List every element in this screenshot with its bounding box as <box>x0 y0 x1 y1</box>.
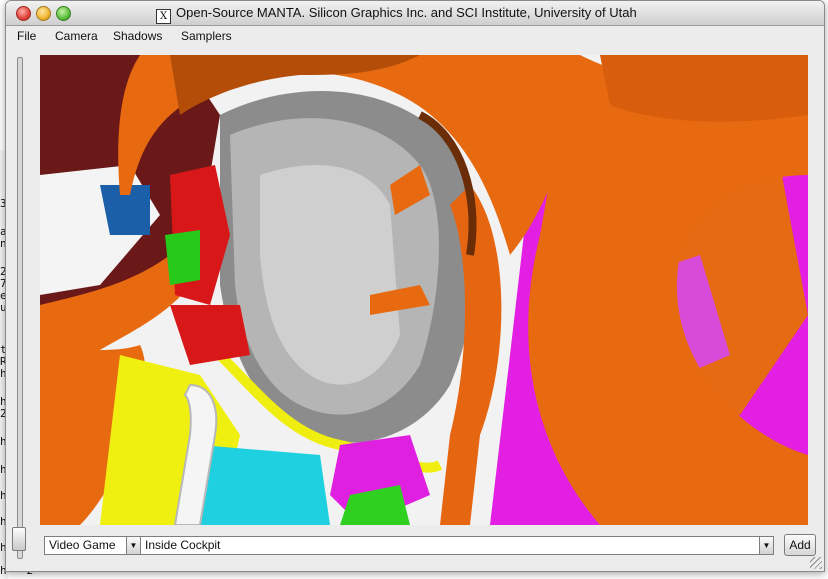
camera-preset-value: Inside Cockpit <box>145 538 221 552</box>
window-title: X Open-Source MANTA. Silicon Graphics Inc… <box>156 5 637 24</box>
slider-track[interactable] <box>17 57 23 559</box>
chevron-down-icon[interactable]: ▼ <box>126 537 140 554</box>
add-button[interactable]: Add <box>784 534 816 556</box>
zoom-window-icon[interactable] <box>56 6 71 21</box>
x11-app-icon: X <box>156 9 171 24</box>
camera-mode-select[interactable]: Video Game ▼ <box>44 536 141 555</box>
minimize-window-icon[interactable] <box>36 6 51 21</box>
camera-mode-value: Video Game <box>49 538 116 552</box>
menu-file[interactable]: File <box>17 29 36 43</box>
vertical-slider[interactable] <box>12 57 26 559</box>
close-window-icon[interactable] <box>16 6 31 21</box>
manta-window: X Open-Source MANTA. Silicon Graphics Inc… <box>5 0 825 572</box>
camera-controls: Video Game ▼ Inside Cockpit ▼ Add <box>42 534 816 556</box>
chevron-down-icon[interactable]: ▼ <box>759 537 773 554</box>
menu-camera[interactable]: Camera <box>55 29 98 43</box>
window-title-text: Open-Source MANTA. Silicon Graphics Inc.… <box>176 5 637 20</box>
title-bar[interactable]: X Open-Source MANTA. Silicon Graphics Inc… <box>6 1 824 26</box>
menu-bar: File Camera Shadows Samplers <box>6 26 824 46</box>
menu-shadows[interactable]: Shadows <box>113 29 162 43</box>
render-viewport[interactable] <box>40 55 808 525</box>
camera-preset-select[interactable]: Inside Cockpit ▼ <box>140 536 774 555</box>
resize-grip-icon[interactable] <box>810 557 822 569</box>
slider-thumb[interactable] <box>12 527 26 551</box>
cockpit-render-image <box>40 55 808 525</box>
menu-samplers[interactable]: Samplers <box>181 29 232 43</box>
